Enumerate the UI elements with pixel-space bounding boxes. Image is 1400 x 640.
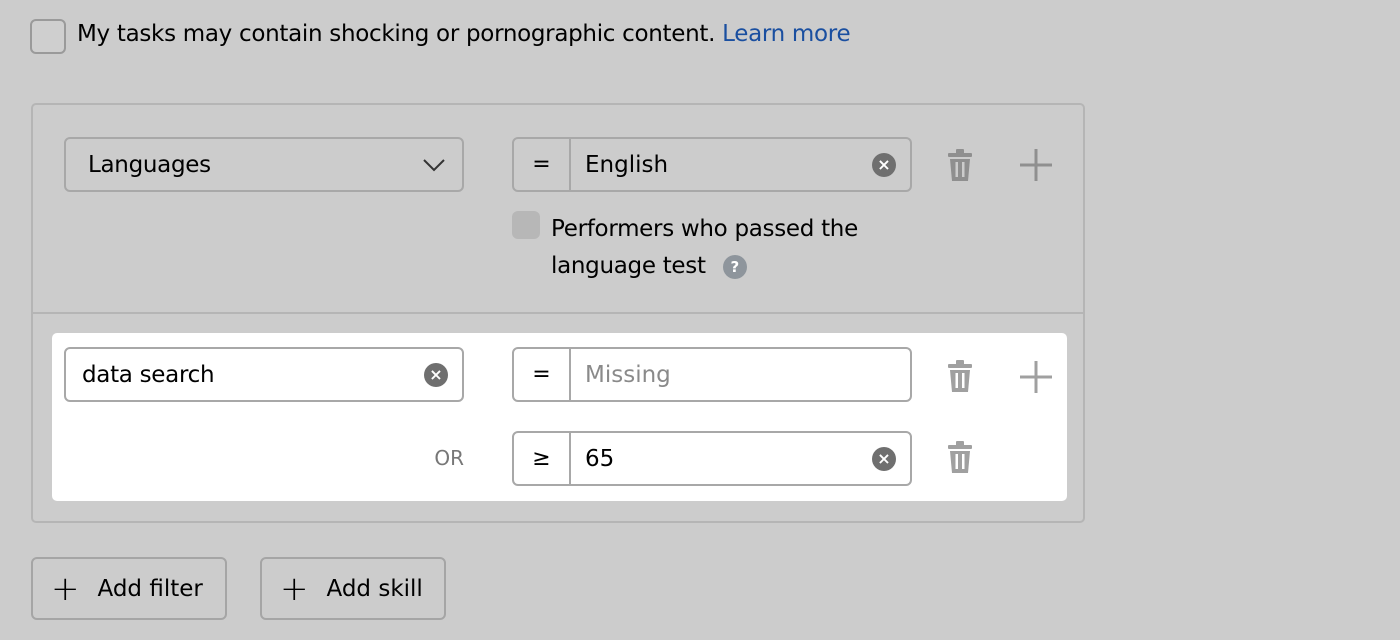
learn-more-link[interactable]: Learn more [722, 21, 850, 47]
trash-icon[interactable] [947, 149, 973, 182]
value-input[interactable]: English [571, 152, 872, 178]
clear-icon[interactable]: × [872, 446, 896, 471]
clear-icon[interactable]: × [872, 152, 896, 177]
filter-field-select[interactable]: Languages [64, 137, 464, 192]
operator-select[interactable]: ≥ [514, 433, 571, 484]
chevron-down-icon [423, 158, 445, 171]
operator-select[interactable]: = [514, 139, 571, 190]
value-input[interactable]: Missing [571, 362, 910, 388]
content-warning-checkbox[interactable] [30, 19, 66, 54]
condition-gte[interactable]: ≥ 65 × [512, 431, 912, 486]
condition-missing[interactable]: = Missing [512, 347, 912, 402]
help-icon[interactable]: ? [722, 254, 747, 279]
add-filter-button[interactable]: + Add filter [31, 557, 227, 620]
value-input[interactable]: 65 [571, 446, 872, 472]
content-warning-label: My tasks may contain shocking or pornogr… [77, 21, 851, 47]
trash-icon[interactable] [947, 360, 973, 393]
clear-icon[interactable]: × [424, 362, 448, 387]
or-connector: OR [434, 446, 464, 470]
add-skill-button[interactable]: + Add skill [260, 557, 446, 620]
language-test-label: Performers who passed the language test … [551, 216, 858, 279]
plus-icon: + [51, 568, 80, 609]
plus-icon[interactable] [1019, 148, 1053, 182]
divider [33, 312, 1083, 314]
trash-icon[interactable] [947, 441, 973, 474]
plus-icon[interactable] [1019, 360, 1053, 394]
operator-select[interactable]: = [514, 349, 571, 400]
skill-input[interactable]: data search × [64, 347, 464, 402]
plus-icon: + [280, 568, 309, 609]
condition-english[interactable]: = English × [512, 137, 912, 192]
language-test-checkbox[interactable] [512, 211, 540, 239]
